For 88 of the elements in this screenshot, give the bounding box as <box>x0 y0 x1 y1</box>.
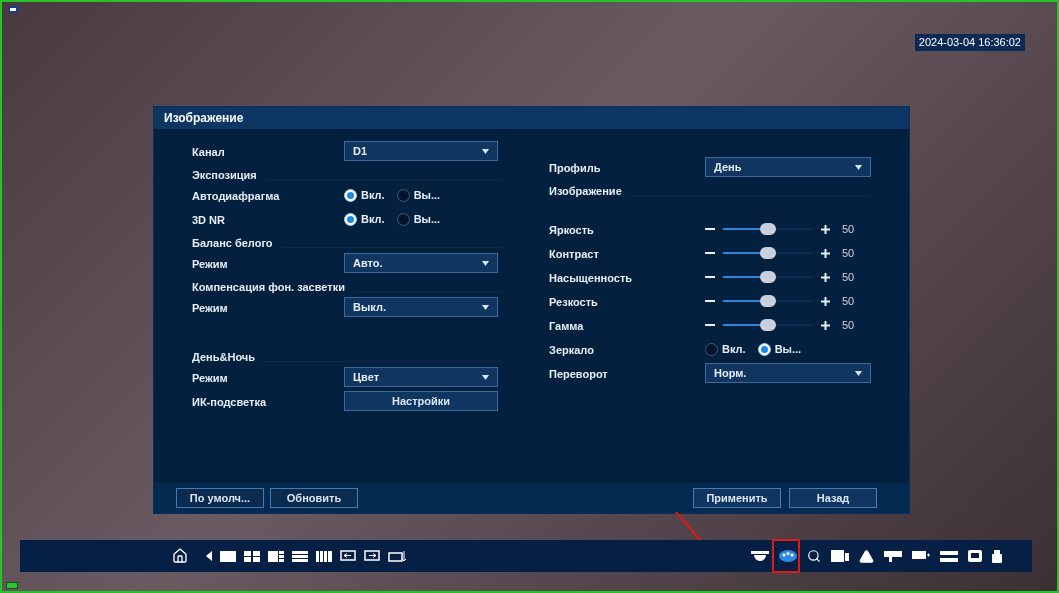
clock-text: 2024-03-04 16:36:02 <box>914 34 1025 51</box>
plus-icon[interactable] <box>821 320 830 330</box>
footer-button[interactable]: Обновить <box>270 488 358 508</box>
field-label: Режим <box>192 302 228 314</box>
field-label: Режим <box>192 258 228 270</box>
plus-icon[interactable] <box>821 248 830 258</box>
slider-thumb[interactable] <box>760 295 776 307</box>
dome-camera-icon[interactable] <box>751 551 769 561</box>
slider-value: 50 <box>842 245 855 261</box>
radio-button[interactable] <box>344 212 357 226</box>
alert-icon[interactable] <box>859 548 874 564</box>
search-icon[interactable] <box>807 549 821 563</box>
bullet-camera-icon[interactable] <box>884 550 902 562</box>
section-heading: Баланс белого <box>192 235 273 251</box>
caret-icon <box>482 148 489 154</box>
field-label: Резкость <box>549 296 598 308</box>
plus-icon[interactable] <box>821 224 830 234</box>
single-view-icon[interactable] <box>220 550 236 562</box>
radio-option[interactable]: Вы... <box>396 186 441 204</box>
radio-option[interactable]: Вкл. <box>705 340 746 358</box>
grid-view-icon[interactable] <box>268 550 284 562</box>
footer-button[interactable]: По умолч... <box>176 488 264 508</box>
field-label: Контраст <box>549 248 599 260</box>
section-heading: Экспозиция <box>192 167 257 183</box>
network-icon[interactable] <box>940 550 958 562</box>
caret-icon <box>482 260 489 266</box>
home-icon[interactable] <box>172 548 188 564</box>
dropdown[interactable]: Норм. <box>705 363 871 383</box>
grid-view-icon[interactable] <box>316 550 332 562</box>
caret-icon <box>482 374 489 380</box>
left-arrow-icon[interactable] <box>206 551 212 561</box>
status-icon <box>6 582 18 589</box>
caret-icon <box>482 304 489 310</box>
caret-icon <box>855 164 862 170</box>
slider-value: 50 <box>842 317 855 333</box>
section-heading: Компенсация фон. засветки <box>192 279 345 295</box>
slider-thumb[interactable] <box>760 271 776 283</box>
slider-value: 50 <box>842 269 855 285</box>
highlight-frame <box>772 539 800 573</box>
settings-button[interactable]: Настройки <box>344 391 498 411</box>
dialog-title: Изображение <box>164 110 244 127</box>
dropdown[interactable]: D1 <box>344 141 498 161</box>
radio-button[interactable] <box>757 342 771 356</box>
radio-option[interactable]: Вкл. <box>344 210 385 228</box>
radio-button[interactable] <box>396 212 410 226</box>
dropdown[interactable]: Цвет <box>344 367 498 387</box>
previous-screen-icon[interactable] <box>340 550 356 562</box>
caret-icon <box>855 370 862 376</box>
usb-icon[interactable] <box>992 549 1002 563</box>
field-label: ИК-подсветка <box>192 396 267 408</box>
section-heading: День&Ночь <box>192 349 255 365</box>
radio-button[interactable] <box>344 188 357 202</box>
radio-button[interactable] <box>705 342 718 356</box>
slider-thumb[interactable] <box>760 223 776 235</box>
sequence-icon[interactable] <box>388 550 406 562</box>
playback-icon[interactable] <box>831 550 849 562</box>
field-label: Переворот <box>549 368 608 380</box>
radio-option[interactable]: Вкл. <box>344 186 385 204</box>
radio-button[interactable] <box>396 188 410 202</box>
field-label: Насыщенность <box>549 272 633 284</box>
monitor-icon <box>8 6 18 13</box>
dropdown[interactable]: Выкл. <box>344 297 498 317</box>
next-screen-icon[interactable] <box>364 550 380 562</box>
recorder-icon[interactable] <box>912 550 930 562</box>
slider-value: 50 <box>842 221 855 237</box>
grid-view-icon[interactable] <box>292 550 308 562</box>
field-label: Гамма <box>549 320 584 332</box>
footer-button[interactable]: Применить <box>693 488 781 508</box>
field-label: Зеркало <box>549 344 594 356</box>
slider-thumb[interactable] <box>760 319 776 331</box>
field-label: Режим <box>192 372 228 384</box>
section-heading: Изображение <box>549 183 622 199</box>
dropdown[interactable]: День <box>705 157 871 177</box>
dropdown[interactable]: Авто. <box>344 253 498 273</box>
field-label: Автодиафрагма <box>192 190 280 202</box>
field-label: Яркость <box>549 224 594 236</box>
slider-thumb[interactable] <box>760 247 776 259</box>
field-label: Канал <box>192 146 225 158</box>
quad-view-icon[interactable] <box>244 550 260 562</box>
field-label: Профиль <box>549 162 601 174</box>
footer-button[interactable]: Назад <box>789 488 877 508</box>
field-label: 3D NR <box>192 214 225 226</box>
radio-option[interactable]: Вы... <box>757 340 802 358</box>
slider-value: 50 <box>842 293 855 309</box>
plus-icon[interactable] <box>821 272 830 282</box>
palette-icon[interactable] <box>779 550 797 562</box>
radio-option[interactable]: Вы... <box>396 210 441 228</box>
plus-icon[interactable] <box>821 296 830 306</box>
